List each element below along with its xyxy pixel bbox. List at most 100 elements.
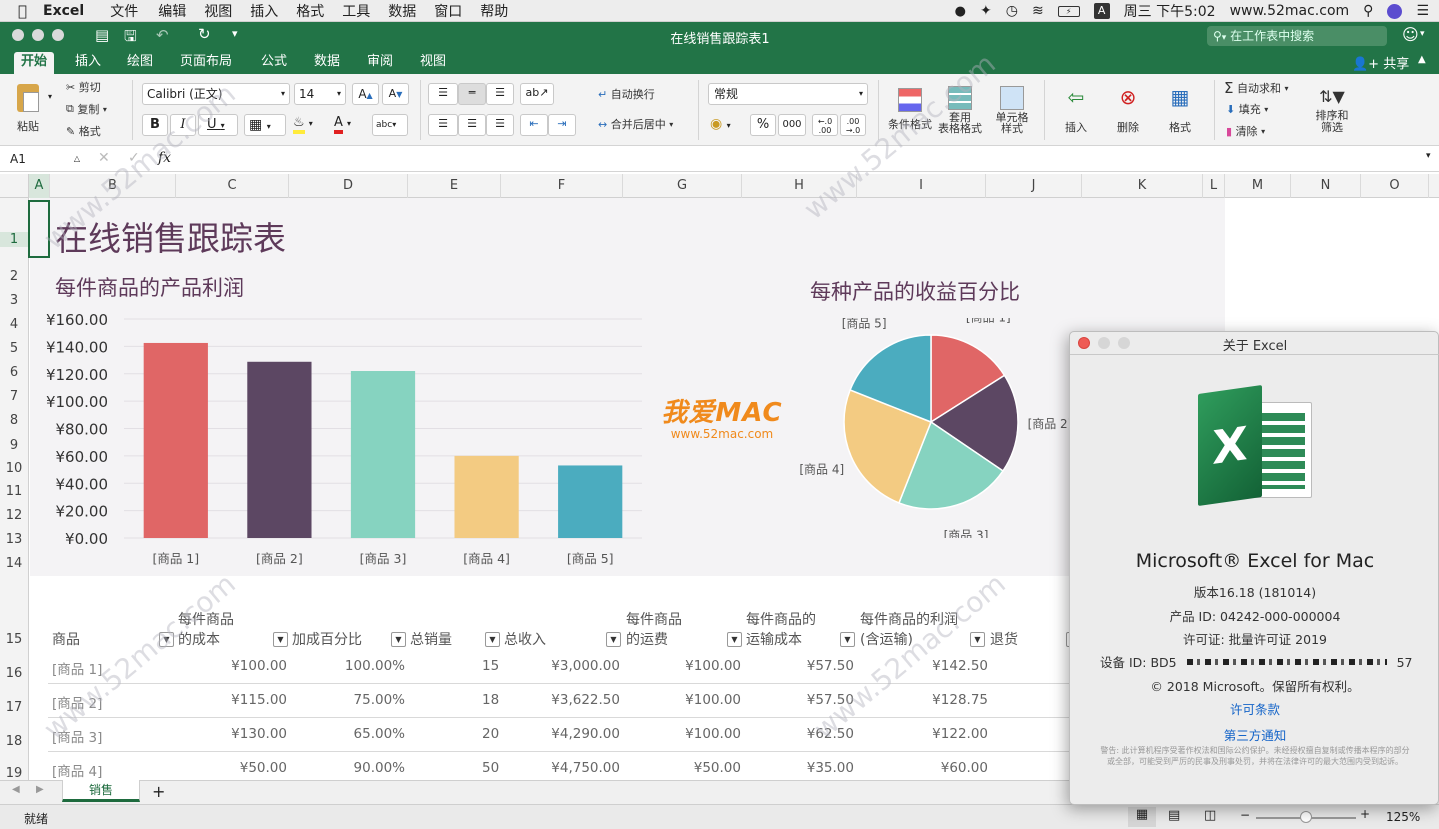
table-cell[interactable]: ¥100.00 bbox=[631, 658, 741, 674]
align-right-button[interactable]: ☰ bbox=[486, 114, 514, 136]
filter-dropdown-icon[interactable]: ▼ bbox=[273, 632, 288, 647]
table-cell[interactable]: ¥100.00 bbox=[631, 726, 741, 742]
column-header[interactable]: E bbox=[408, 174, 501, 198]
align-bottom-button[interactable]: ☰ bbox=[486, 83, 514, 105]
row-header[interactable]: 14 bbox=[0, 556, 28, 571]
table-cell[interactable]: 90.00% bbox=[295, 760, 405, 776]
copy-button[interactable]: ⧉ 复制 ▾ bbox=[66, 100, 107, 118]
row-header[interactable]: 3 bbox=[0, 293, 28, 308]
delete-cells-button[interactable]: ⊗ 删除 bbox=[1106, 80, 1150, 140]
filter-dropdown-icon[interactable]: ▼ bbox=[840, 632, 855, 647]
paste-dropdown-icon[interactable]: ▾ bbox=[48, 92, 52, 101]
table-cell[interactable]: ¥4,750.00 bbox=[510, 760, 620, 776]
next-sheet-icon[interactable]: ▶ bbox=[36, 784, 44, 795]
filter-dropdown-icon[interactable]: ▼ bbox=[606, 632, 621, 647]
zoom-out-icon[interactable]: − bbox=[1240, 808, 1250, 822]
row-header[interactable]: 6 bbox=[0, 365, 28, 380]
table-cell[interactable]: ¥3,000.00 bbox=[510, 658, 620, 674]
increase-indent-button[interactable]: ⇥ bbox=[548, 114, 576, 136]
share-button[interactable]: 👤+ 共享 bbox=[1352, 53, 1409, 72]
row-header[interactable]: 8 bbox=[0, 413, 28, 428]
table-cell[interactable]: ¥142.50 bbox=[878, 658, 988, 674]
menu-help[interactable]: 帮助 bbox=[480, 1, 508, 21]
row-header[interactable]: 1 bbox=[0, 232, 28, 247]
merge-center-button[interactable]: ↔ 合并后居中 ▾ bbox=[598, 114, 673, 134]
clock[interactable]: 周三 下午5:02 bbox=[1124, 1, 1216, 21]
row-header[interactable]: 10 bbox=[0, 461, 28, 476]
select-all-corner[interactable] bbox=[0, 174, 29, 198]
zoom-level[interactable]: 125% bbox=[1386, 810, 1420, 824]
clear-button[interactable]: ▮ 清除 ▾ bbox=[1226, 122, 1265, 140]
grow-font-button[interactable]: A▲ bbox=[352, 83, 379, 105]
row-header[interactable]: 17 bbox=[0, 700, 28, 715]
minimize-window-button[interactable] bbox=[32, 29, 44, 41]
table-cell-product[interactable]: [商品 1] bbox=[52, 658, 102, 678]
table-cell[interactable]: ¥130.00 bbox=[177, 726, 287, 742]
conditional-format-button[interactable]: 条件格式 bbox=[886, 80, 934, 140]
format-painter-button[interactable]: ✎ 格式 bbox=[66, 122, 101, 140]
wrap-text-button[interactable]: ↵ 自动换行 bbox=[598, 84, 655, 104]
feedback-dropdown-icon[interactable]: ▾ bbox=[1420, 29, 1425, 39]
sheet-tab-sales[interactable]: 销售 bbox=[62, 780, 140, 802]
filter-dropdown-icon[interactable]: ▼ bbox=[485, 632, 500, 647]
save-icon[interactable]: 🖫 bbox=[124, 26, 137, 51]
zoom-slider-thumb[interactable] bbox=[1300, 811, 1312, 823]
wifi-icon[interactable]: ≋ bbox=[1032, 3, 1044, 19]
column-header[interactable]: N bbox=[1291, 174, 1361, 198]
table-cell[interactable]: ¥60.00 bbox=[878, 760, 988, 776]
filter-dropdown-icon[interactable]: ▼ bbox=[970, 632, 985, 647]
column-header[interactable]: M bbox=[1225, 174, 1291, 198]
name-box[interactable]: A1 △ bbox=[4, 149, 84, 169]
input-method-icon[interactable]: A bbox=[1093, 3, 1110, 19]
column-header[interactable]: K bbox=[1082, 174, 1203, 198]
table-cell[interactable]: 75.00% bbox=[295, 692, 405, 708]
row-header[interactable]: 18 bbox=[0, 734, 28, 749]
menu-file[interactable]: 文件 bbox=[110, 1, 138, 21]
page-layout-view-icon[interactable]: ▤ bbox=[1168, 808, 1180, 823]
insert-function-button[interactable]: fx bbox=[158, 150, 171, 166]
number-format-select[interactable]: 常规 ▾ bbox=[708, 83, 868, 105]
menu-edit[interactable]: 编辑 bbox=[158, 1, 186, 21]
autosum-button[interactable]: Σ 自动求和 ▾ bbox=[1224, 78, 1289, 98]
tab-home[interactable]: 开始 bbox=[14, 52, 55, 74]
filter-dropdown-icon[interactable]: ▼ bbox=[391, 632, 406, 647]
percent-button[interactable]: % bbox=[750, 114, 776, 136]
table-cell[interactable]: ¥50.00 bbox=[631, 760, 741, 776]
table-cell[interactable]: ¥115.00 bbox=[177, 692, 287, 708]
sheet-search-field[interactable]: ⚲▾ 在工作表中搜索 bbox=[1207, 26, 1387, 46]
tab-formulas[interactable]: 公式 bbox=[254, 52, 294, 74]
row-header[interactable]: 16 bbox=[0, 666, 28, 681]
third-party-notices-link[interactable]: 第三方通知 bbox=[1070, 725, 1439, 744]
zoom-in-icon[interactable]: + bbox=[1360, 807, 1370, 821]
collapse-ribbon-icon[interactable]: ▲ bbox=[1418, 54, 1426, 65]
table-cell-product[interactable]: [商品 3] bbox=[52, 726, 102, 746]
bold-button[interactable]: B bbox=[142, 114, 168, 136]
tab-data[interactable]: 数据 bbox=[307, 52, 347, 74]
row-header[interactable]: 13 bbox=[0, 532, 28, 547]
menu-window[interactable]: 窗口 bbox=[434, 1, 462, 21]
fill-button[interactable]: ⬇ 填充 ▾ bbox=[1226, 100, 1268, 118]
align-left-button[interactable]: ☰ bbox=[428, 114, 458, 136]
table-cell-product[interactable]: [商品 4] bbox=[52, 760, 102, 780]
time-machine-icon[interactable]: ◷ bbox=[1006, 3, 1018, 19]
tab-review[interactable]: 审阅 bbox=[360, 52, 400, 74]
menu-format[interactable]: 格式 bbox=[296, 1, 324, 21]
cancel-icon[interactable]: ✕ bbox=[98, 150, 110, 166]
italic-button[interactable]: I bbox=[170, 114, 196, 136]
expand-formula-icon[interactable]: ▾ bbox=[1426, 151, 1431, 161]
table-cell[interactable]: 18 bbox=[482, 692, 499, 708]
customize-toolbar-icon[interactable]: ▾ bbox=[232, 27, 238, 40]
column-header[interactable]: I bbox=[857, 174, 986, 198]
menu-tools[interactable]: 工具 bbox=[342, 1, 370, 21]
align-top-button[interactable]: ☰ bbox=[428, 83, 458, 105]
underline-button[interactable]: U ▾ bbox=[198, 114, 238, 136]
column-header[interactable]: A bbox=[29, 174, 50, 198]
table-cell[interactable]: 15 bbox=[482, 658, 499, 674]
table-cell[interactable]: 20 bbox=[482, 726, 499, 742]
notification-center-icon[interactable]: ☰ bbox=[1416, 3, 1429, 19]
shrink-font-button[interactable]: A▼ bbox=[382, 83, 409, 105]
qq-icon[interactable]: ● bbox=[955, 4, 966, 19]
tab-insert[interactable]: 插入 bbox=[68, 52, 108, 74]
row-header[interactable]: 2 bbox=[0, 269, 28, 284]
tab-draw[interactable]: 绘图 bbox=[120, 52, 160, 74]
